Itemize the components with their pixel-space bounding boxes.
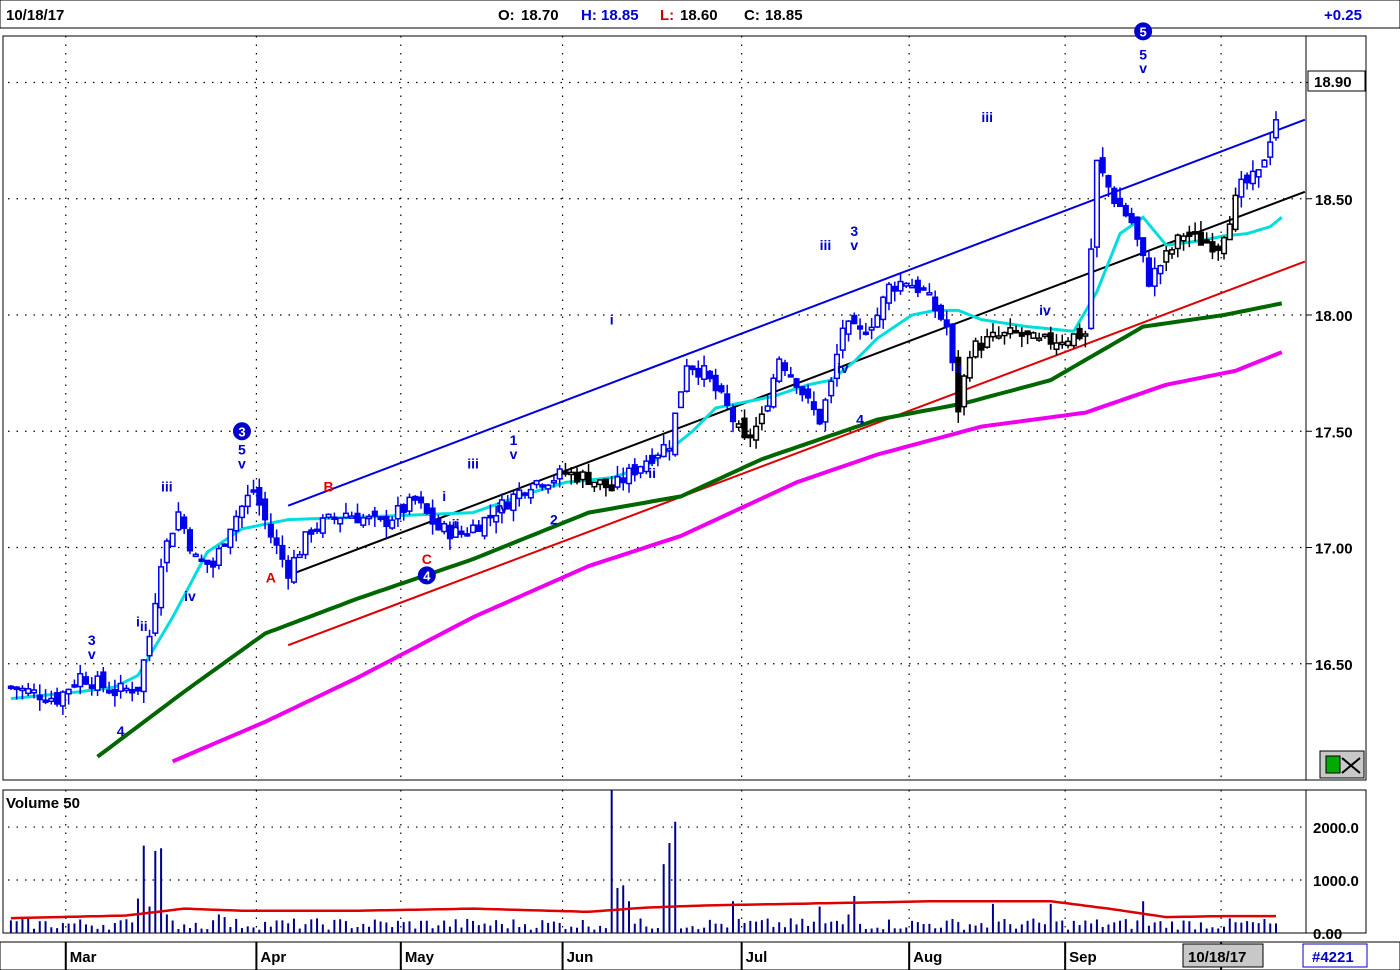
wave-label: iii xyxy=(161,479,173,495)
price-candle xyxy=(481,516,488,540)
circled-wave-label: 4 xyxy=(417,566,436,585)
wave-label: iii xyxy=(467,455,479,471)
circled-wave-label: 3 xyxy=(232,422,251,441)
price-candle xyxy=(221,543,228,547)
price-candle xyxy=(215,545,222,570)
price-candle xyxy=(1093,159,1100,258)
header-close-label: C: xyxy=(744,7,760,24)
price-candle xyxy=(937,303,945,322)
month-label: May xyxy=(405,949,435,966)
month-label: Jul xyxy=(746,949,768,966)
wave-label: ii xyxy=(648,465,656,481)
wave-label: 4 xyxy=(117,723,125,739)
wave-label: B xyxy=(324,479,334,495)
price-candle xyxy=(406,493,413,516)
price-candle xyxy=(302,531,309,560)
volume-tick-label: 0.00 xyxy=(1313,926,1342,943)
price-candle xyxy=(1088,238,1095,330)
circled-wave-label: 5 xyxy=(1134,22,1153,41)
month-label: Mar xyxy=(70,949,97,966)
header-open-label: O: xyxy=(498,7,515,24)
price-candle xyxy=(816,408,823,426)
price-tick-label: 16.50 xyxy=(1315,657,1353,674)
month-label: Apr xyxy=(260,949,286,966)
price-candle xyxy=(972,337,979,359)
price-candle xyxy=(423,503,430,515)
wave-label: v xyxy=(88,646,96,662)
wave-label: ii xyxy=(954,360,962,376)
volume-title: Volume 50 xyxy=(6,795,80,812)
price-candle xyxy=(1122,202,1129,218)
price-candle xyxy=(1030,331,1037,339)
month-label: Sep xyxy=(1069,949,1097,966)
last-price-label: 18.90 xyxy=(1314,74,1352,91)
header-low: 18.60 xyxy=(680,7,718,24)
wave-label: iii xyxy=(981,109,993,125)
svg-text:4: 4 xyxy=(423,568,431,583)
wave-label: ii xyxy=(140,618,148,634)
month-label: Aug xyxy=(913,949,942,966)
price-tick-label: 17.50 xyxy=(1315,424,1353,441)
wave-label: iv xyxy=(496,500,508,516)
volume-panel xyxy=(2,789,1307,934)
wave-label: i xyxy=(442,488,446,504)
wave-label: A xyxy=(266,569,276,585)
wave-label: v xyxy=(1139,60,1147,76)
header-high: 18.85 xyxy=(601,7,639,24)
wave-label: i xyxy=(610,311,614,327)
volume-axis-frame xyxy=(1305,789,1367,934)
svg-text:3: 3 xyxy=(238,424,245,439)
price-candle xyxy=(672,412,679,457)
footer-date: 10/18/17 xyxy=(1188,949,1246,966)
chart-tool-icon[interactable] xyxy=(1319,750,1365,779)
header-open: 18.70 xyxy=(521,7,559,24)
price-candle xyxy=(1261,159,1268,168)
price-candle xyxy=(770,373,777,409)
wave-label: iv xyxy=(184,588,196,604)
price-candle xyxy=(1111,186,1118,208)
wave-label: v xyxy=(238,455,246,471)
svg-text:5: 5 xyxy=(1140,24,1147,39)
volume-tick-label: 1000.0 xyxy=(1313,873,1359,890)
month-label: Jun xyxy=(567,949,594,966)
volume-tick-label: 2000.0 xyxy=(1313,820,1359,837)
header-change: +0.25 xyxy=(1324,7,1362,24)
price-candle xyxy=(776,356,783,384)
footer-id-badge: #4221 xyxy=(1312,949,1354,966)
wave-label: iii xyxy=(820,237,832,253)
price-panel xyxy=(2,35,1307,781)
wave-label: 2 xyxy=(550,511,558,527)
price-tick-label: 18.50 xyxy=(1315,192,1353,209)
price-candle xyxy=(1070,333,1077,349)
wave-label: ii xyxy=(452,516,460,532)
header-close: 18.85 xyxy=(765,7,803,24)
wave-label: v xyxy=(510,446,518,462)
wave-label: iv xyxy=(1039,302,1051,318)
price-candle xyxy=(677,391,685,409)
chart-root: 10/18/17 O: 18.70 H: 18.85 L: 18.60 C: 1… xyxy=(0,0,1400,970)
wave-label: iv xyxy=(837,360,849,376)
price-candle xyxy=(158,558,165,616)
price-candle xyxy=(169,532,176,548)
price-candle xyxy=(186,527,194,555)
price-tick-label: 17.00 xyxy=(1315,541,1353,558)
header-low-label: L: xyxy=(660,7,674,24)
wave-label: C xyxy=(422,551,432,567)
header-date: 10/18/17 xyxy=(6,7,64,24)
price-tick-label: 18.00 xyxy=(1315,308,1353,325)
wave-label: 4 xyxy=(856,411,864,427)
wave-label: v xyxy=(850,237,858,253)
header-high-label: H: xyxy=(581,7,597,24)
